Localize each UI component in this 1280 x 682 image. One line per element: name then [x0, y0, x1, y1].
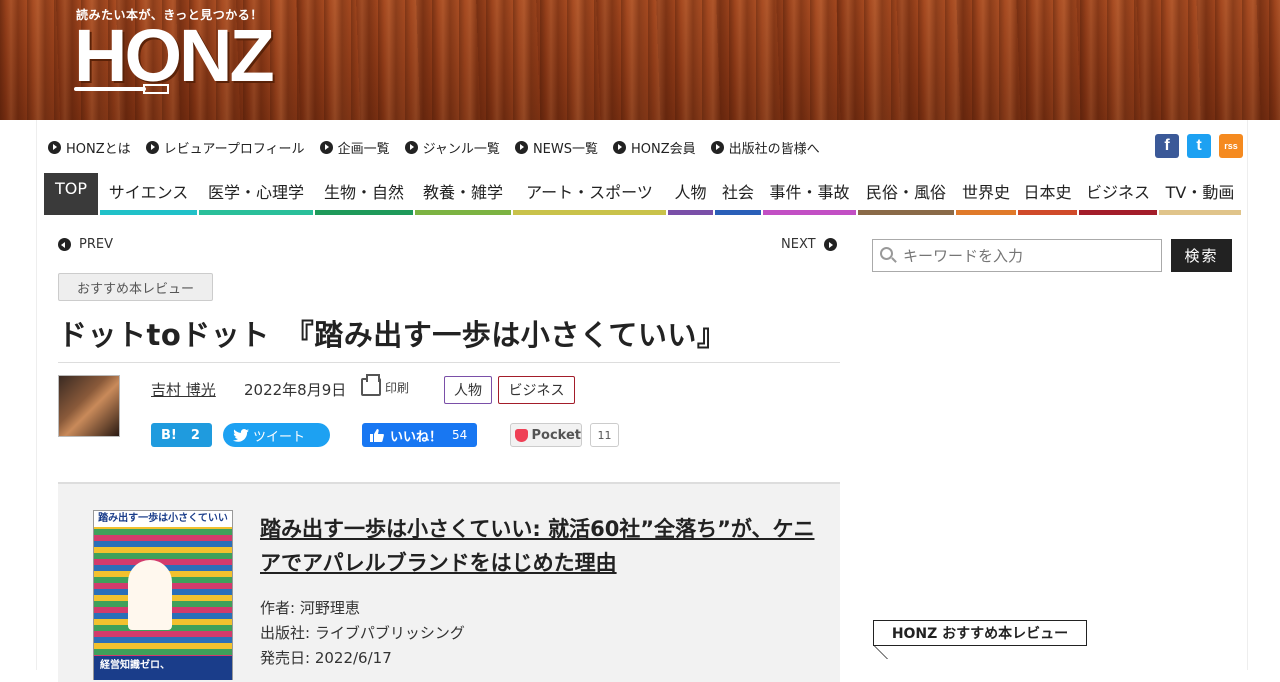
- author-link[interactable]: 吉村 博光: [151, 379, 216, 400]
- toplink-genres[interactable]: ジャンル一覧: [404, 138, 500, 157]
- page-border-right: [1247, 120, 1248, 670]
- arrow-circle-icon: [514, 140, 528, 154]
- post-date: 2022年8月9日: [244, 381, 347, 399]
- arrow-left-icon: [58, 238, 71, 251]
- print-button[interactable]: 印刷: [361, 374, 410, 396]
- search-icon: [880, 247, 893, 260]
- tweet-button[interactable]: ツイート: [223, 423, 330, 447]
- avatar[interactable]: [58, 375, 120, 437]
- nav-item-6[interactable]: 人物: [668, 173, 713, 215]
- nav-item-13[interactable]: TV・動画: [1159, 173, 1241, 215]
- nav-item-7[interactable]: 社会: [715, 173, 761, 215]
- nav-item-10[interactable]: 世界史: [956, 173, 1016, 215]
- toplink-label: レビュアープロフィール: [163, 141, 305, 157]
- nav-item-9[interactable]: 民俗・風俗: [858, 173, 954, 215]
- nav-item-5[interactable]: アート・スポーツ: [513, 173, 666, 215]
- twitter-bird-icon: [233, 428, 249, 442]
- toplink-publishers[interactable]: 出版社の皆様へ: [710, 138, 820, 157]
- thumbs-up-icon: [370, 428, 384, 442]
- nav-item-1[interactable]: サイエンス: [100, 173, 197, 215]
- nav-item-4[interactable]: 教養・雑学: [415, 173, 511, 215]
- genre-nav: TOP サイエンス 医学・心理学 生物・自然 教養・雑学 アート・スポーツ 人物 社会 事件・事…: [44, 173, 1243, 215]
- book-publisher: 出版社: ライブパブリッシング: [260, 624, 465, 642]
- facebook-like-button[interactable]: いいね！ 54: [362, 423, 477, 447]
- toplink-projects[interactable]: 企画一覧: [319, 138, 390, 157]
- arrow-circle-icon: [145, 140, 159, 154]
- toplink-label: HONZ会員: [630, 141, 696, 157]
- hatena-icon: B!: [161, 427, 177, 443]
- pocket-count: 11: [590, 423, 619, 447]
- hatena-bookmark-button[interactable]: B! 2: [151, 423, 212, 447]
- like-label: いいね！: [390, 429, 443, 445]
- toplink-label: 出版社の皆様へ: [728, 141, 820, 157]
- top-links: HONZとは レビュアープロフィール 企画一覧 ジャンル一覧 NEWS一覧 HO…: [48, 138, 835, 157]
- facebook-icon[interactable]: f: [1155, 134, 1179, 158]
- nav-item-11[interactable]: 日本史: [1018, 173, 1077, 215]
- arrow-circle-icon: [710, 140, 724, 154]
- title-divider: [58, 362, 840, 363]
- toplink-label: HONZとは: [66, 141, 131, 157]
- tag-jinbutsu[interactable]: 人物: [444, 376, 492, 404]
- prev-link[interactable]: PREV: [58, 237, 113, 252]
- page-border-left: [36, 120, 37, 670]
- prev-label: PREV: [79, 237, 113, 252]
- toplink-about[interactable]: HONZとは: [48, 138, 131, 157]
- toplink-label: 企画一覧: [337, 141, 390, 157]
- print-label: 印刷: [385, 380, 410, 395]
- toplink-news[interactable]: NEWS一覧: [514, 138, 598, 157]
- arrow-circle-icon: [612, 140, 626, 154]
- category-badge[interactable]: おすすめ本レビュー: [58, 273, 213, 301]
- hatena-count: 2: [190, 427, 200, 443]
- cover-band: 経営知識ゼロ、: [94, 656, 232, 680]
- recommend-section-label: HONZ おすすめ本レビュー: [873, 620, 1087, 646]
- toplink-members[interactable]: HONZ会員: [612, 138, 696, 157]
- nav-item-12[interactable]: ビジネス: [1079, 173, 1157, 215]
- arrow-right-icon: [823, 238, 837, 251]
- page-title: ドットtoドット 『踏み出す一歩は小さくていい』: [58, 318, 727, 352]
- like-count: 54: [452, 428, 468, 442]
- rss-icon[interactable]: rss: [1219, 134, 1243, 158]
- cover-photo: [128, 560, 172, 630]
- pocket-label: Pocket: [531, 427, 582, 443]
- nav-item-3[interactable]: 生物・自然: [315, 173, 413, 215]
- pocket-button[interactable]: Pocket: [510, 423, 582, 447]
- book-author: 作者: 河野理恵: [260, 599, 360, 617]
- arrow-circle-icon: [319, 140, 333, 154]
- printer-icon: [361, 374, 381, 396]
- toplink-reviewers[interactable]: レビュアープロフィール: [145, 138, 305, 157]
- next-link[interactable]: NEXT: [781, 237, 837, 252]
- search-input[interactable]: [872, 239, 1162, 272]
- nav-item-0[interactable]: TOP: [44, 173, 98, 215]
- book-title-link[interactable]: 踏み出す一歩は小さくていい: 就活60社”全落ち”が、ケニアでアパレルブランドを…: [260, 512, 820, 580]
- nav-item-8[interactable]: 事件・事故: [763, 173, 856, 215]
- search-button[interactable]: 検索: [1171, 239, 1232, 272]
- toplink-label: ジャンル一覧: [422, 141, 500, 157]
- arrow-circle-icon: [48, 140, 61, 154]
- next-label: NEXT: [781, 237, 816, 252]
- book-release-date: 発売日: 2022/6/17: [260, 649, 392, 667]
- magnifier-icon: [74, 84, 169, 94]
- cover-title: 踏み出す一歩は小さくていい: [94, 511, 232, 527]
- speech-tail: [873, 645, 901, 659]
- twitter-icon[interactable]: t: [1187, 134, 1211, 158]
- tweet-label: ツイート: [253, 429, 306, 445]
- tag-business[interactable]: ビジネス: [498, 376, 575, 404]
- arrow-circle-icon: [404, 140, 418, 154]
- toplink-label: NEWS一覧: [532, 141, 598, 157]
- pocket-icon: [515, 428, 528, 442]
- nav-item-2[interactable]: 医学・心理学: [199, 173, 313, 215]
